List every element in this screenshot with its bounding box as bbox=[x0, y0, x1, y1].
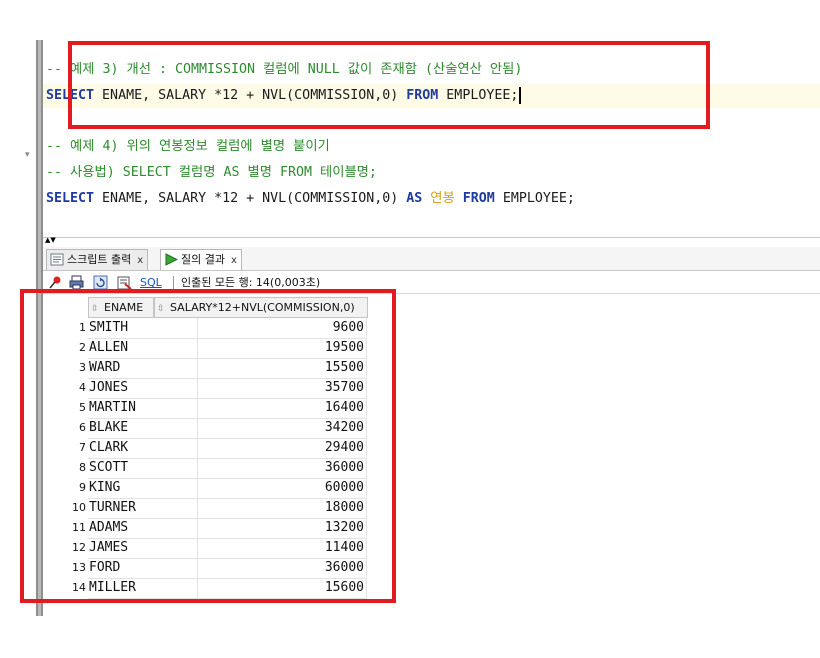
code-token: -- 사용법) SELECT 컬럼명 AS 별명 FROM 테이블명; bbox=[46, 165, 377, 180]
horizontal-splitter[interactable] bbox=[43, 237, 820, 247]
tab-script-output-label: 스크립트 출력 bbox=[67, 253, 132, 266]
tab-query-result-label: 질의 결과 bbox=[181, 253, 225, 266]
code-token: FROM bbox=[462, 191, 495, 206]
tab-script-output[interactable]: 스크립트 출력 x bbox=[46, 249, 149, 270]
grid-highlight-box bbox=[20, 289, 396, 603]
print-icon[interactable] bbox=[69, 275, 84, 290]
export-sql-icon[interactable] bbox=[117, 275, 132, 290]
tab-query-result[interactable]: 질의 결과 x bbox=[160, 249, 242, 270]
code-token: AS bbox=[406, 191, 423, 206]
query-result-icon bbox=[165, 253, 178, 266]
editor-highlight-box bbox=[68, 41, 710, 129]
pin-icon[interactable] bbox=[48, 275, 63, 290]
code-token: ENAME, SALARY *12 + NVL(COMMISSION,0) bbox=[94, 191, 407, 206]
code-line-5[interactable]: SELECT ENAME, SALARY *12 + NVL(COMMISSIO… bbox=[46, 187, 575, 211]
code-token: SELECT bbox=[46, 191, 95, 206]
scroll-down-marker-icon: ▾ bbox=[25, 150, 30, 160]
collapse-arrows-icon[interactable]: ▲▼ bbox=[45, 237, 56, 244]
code-token: EMPLOYEE; bbox=[494, 191, 575, 206]
toolbar-divider bbox=[173, 276, 174, 290]
code-line-4[interactable]: -- 사용법) SELECT 컬럼명 AS 별명 FROM 테이블명; bbox=[46, 161, 377, 185]
code-line-3[interactable]: -- 예제 4) 위의 연봉정보 컬럼에 별명 붙이기 bbox=[46, 135, 330, 159]
close-icon[interactable]: x bbox=[231, 255, 237, 266]
close-icon[interactable]: x bbox=[137, 255, 143, 266]
code-token: 연봉 bbox=[430, 191, 455, 206]
editor-left-margin bbox=[0, 40, 36, 240]
fetch-status: 인출된 모든 행: 14(0,003초) bbox=[181, 276, 321, 289]
code-token: -- 예제 4) 위의 연봉정보 컬럼에 별명 붙이기 bbox=[46, 139, 330, 154]
sql-link[interactable]: SQL bbox=[140, 276, 162, 289]
script-output-icon bbox=[50, 253, 64, 266]
refresh-icon[interactable] bbox=[93, 275, 108, 290]
